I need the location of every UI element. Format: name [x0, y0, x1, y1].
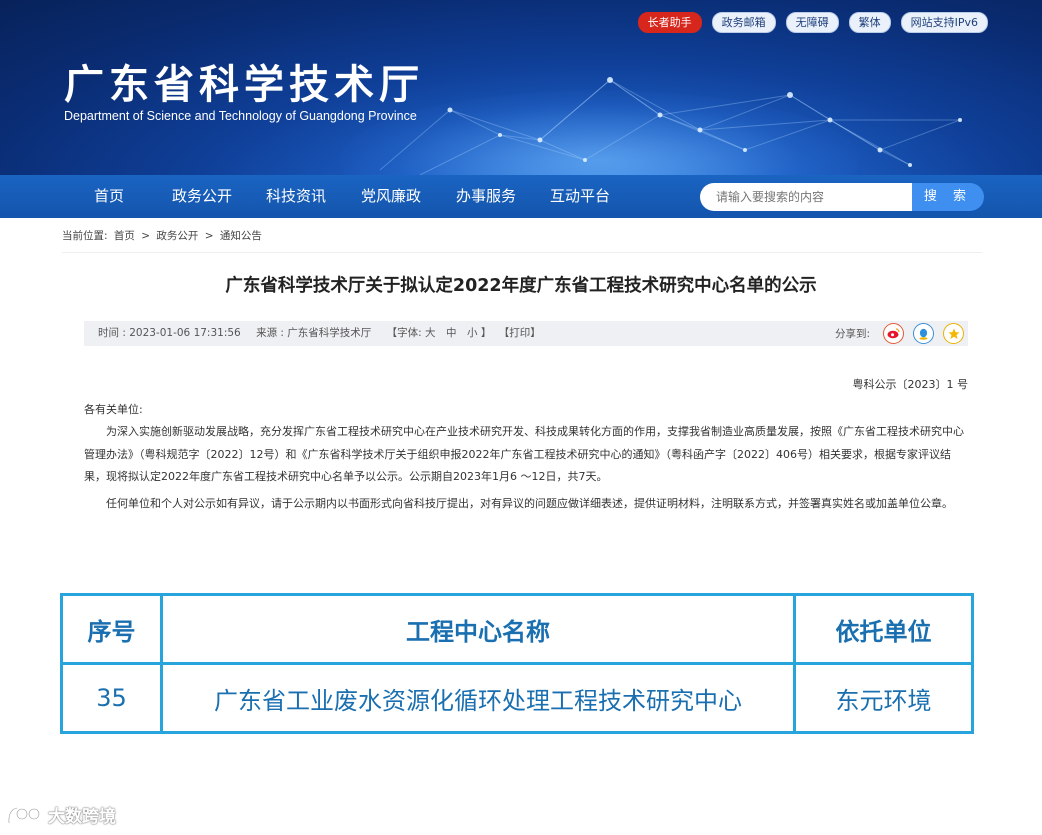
traditional-chinese-link[interactable]: 繁体 — [848, 12, 891, 33]
divider — [62, 252, 982, 253]
article-title: 广东省科学技术厅关于拟认定2022年度广东省工程技术研究中心名单的公示 — [225, 276, 817, 296]
share-bar: 分享到: — [835, 321, 968, 346]
search-input[interactable] — [700, 183, 912, 211]
header-banner: 广东省科学技术厅 Department of Science and Techn… — [0, 0, 1042, 175]
publish-time: 时间 : 2023-01-06 17:31:56 — [98, 327, 241, 339]
header-cell-name: 工程中心名称 — [160, 593, 796, 665]
breadcrumb-separator: > — [141, 230, 151, 242]
qzone-share-icon[interactable] — [943, 323, 964, 344]
print-button[interactable]: 【打印】 — [499, 327, 541, 339]
header-cell-unit: 依托单位 — [793, 593, 974, 665]
body-paragraph: 任何单位和个人对公示如有异议，请于公示期内以书面形式向省科技厅提出，对有异议的问… — [106, 497, 953, 510]
breadcrumb: 当前位置: 首页 > 政务公开 > 通知公告 — [62, 228, 265, 243]
watermark: 大数跨境 — [6, 802, 116, 827]
nav-item-gov-affairs[interactable]: 政务公开 — [172, 175, 232, 218]
font-size-controls[interactable]: 【字体: 大 中 小 】 — [387, 327, 492, 339]
nav-item-party-integrity[interactable]: 党风廉政 — [361, 175, 421, 218]
watermark-text: 大数跨境 — [48, 807, 116, 827]
header-cell-index: 序号 — [60, 593, 163, 665]
table-row: 35 广东省工业废水资源化循环处理工程技术研究中心 东元环境 — [60, 662, 974, 734]
center-table: 序号 工程中心名称 依托单位 35 广东省工业废水资源化循环处理工程技术研究中心… — [60, 593, 974, 734]
breadcrumb-separator: > — [204, 230, 214, 242]
table-header-row: 序号 工程中心名称 依托单位 — [60, 593, 974, 665]
cell-name: 广东省工业废水资源化循环处理工程技术研究中心 — [160, 662, 796, 734]
document-number: 粤科公示〔2023〕1 号 — [852, 378, 969, 391]
body-paragraph: 为深入实施创新驱动发展战略，充分发挥广东省工程技术研究中心在产业技术研究开发、科… — [84, 425, 964, 483]
breadcrumb-gov-affairs[interactable]: 政务公开 — [156, 230, 198, 242]
nav-item-services[interactable]: 办事服务 — [456, 175, 516, 218]
search-button[interactable]: 搜 索 — [912, 183, 984, 211]
gov-mail-link[interactable]: 政务邮箱 — [711, 12, 776, 33]
site-subtitle: Department of Science and Technology of … — [64, 109, 417, 123]
breadcrumb-notices[interactable]: 通知公告 — [220, 230, 262, 242]
nav-item-home[interactable]: 首页 — [94, 175, 124, 218]
greeting: 各有关单位: — [84, 403, 143, 416]
ipv6-support-link[interactable]: 网站支持IPv6 — [900, 12, 988, 33]
elder-assistant-link[interactable]: 长者助手 — [637, 12, 702, 33]
site-title: 广东省科学技术厅 — [64, 62, 424, 108]
share-label: 分享到: — [834, 328, 870, 340]
article-meta-bar: 时间 : 2023-01-06 17:31:56 来源 : 广东省科学技术厅 【… — [84, 321, 968, 346]
top-links: 长者助手 政务邮箱 无障碍 繁体 网站支持IPv6 — [637, 12, 988, 33]
breadcrumb-home[interactable]: 首页 — [114, 230, 135, 242]
watermark-logo-icon — [7, 806, 40, 823]
breadcrumb-label: 当前位置: — [62, 230, 108, 242]
nav-item-interaction[interactable]: 互动平台 — [550, 175, 610, 218]
qq-share-icon[interactable] — [913, 323, 934, 344]
nav-item-tech-news[interactable]: 科技资讯 — [266, 175, 326, 218]
weibo-share-icon[interactable] — [883, 323, 904, 344]
cell-index: 35 — [60, 662, 163, 734]
accessibility-link[interactable]: 无障碍 — [785, 12, 839, 33]
article-source: 来源 : 广东省科学技术厅 — [256, 327, 372, 339]
cell-unit: 东元环境 — [793, 662, 974, 734]
